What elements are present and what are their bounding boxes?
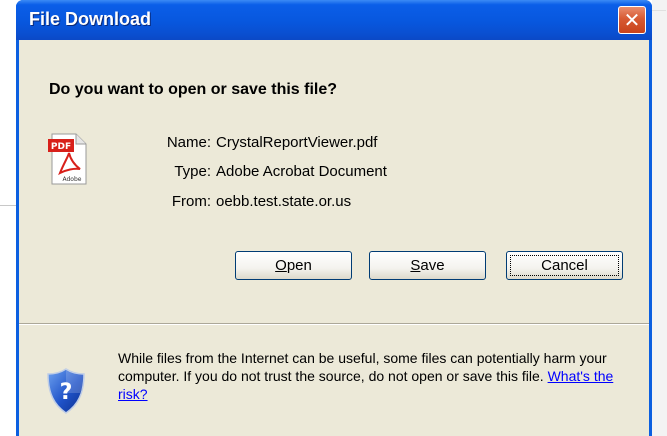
open-button-label: pen (286, 257, 312, 274)
background-divider (652, 10, 666, 11)
type-value: Adobe Acrobat Document (216, 163, 387, 180)
separator-highlight (19, 324, 649, 325)
close-icon: ✕ (623, 8, 641, 32)
name-label: Name: (166, 134, 211, 151)
background-divider (0, 205, 16, 206)
focus-rectangle (510, 255, 619, 276)
prompt-question: Do you want to open or save this file? (49, 81, 338, 98)
dialog-body: Do you want to open or save this file? P… (19, 40, 649, 436)
cancel-button[interactable]: Cancel (506, 251, 623, 280)
file-download-dialog: File Download ✕ Do you want to open or s… (16, 0, 652, 436)
pdf-icon-label: PDF (51, 142, 71, 152)
save-button-label: ave (420, 257, 445, 274)
warning-text: While files from the Internet can be use… (118, 349, 638, 403)
security-shield-icon: ? (47, 368, 85, 414)
save-button[interactable]: Save (369, 251, 486, 280)
question-mark-glyph: ? (60, 380, 73, 405)
name-value: CrystalReportViewer.pdf (216, 134, 378, 151)
pdf-file-icon: PDF Adobe (48, 133, 87, 185)
title-bar[interactable]: File Download ✕ (16, 0, 652, 40)
type-label: Type: (174, 163, 211, 180)
save-accesskey: S (410, 257, 421, 274)
open-button[interactable]: Open (235, 251, 352, 280)
warning-message: While files from the Internet can be use… (118, 350, 607, 384)
adobe-logo-text: Adobe (63, 176, 82, 183)
from-label: From: (171, 193, 211, 210)
close-button[interactable]: ✕ (618, 6, 646, 34)
from-value: oebb.test.state.or.us (216, 193, 352, 210)
open-accesskey: O (275, 257, 287, 274)
dialog-title: File Download (29, 9, 152, 29)
background-panel (652, 0, 667, 436)
